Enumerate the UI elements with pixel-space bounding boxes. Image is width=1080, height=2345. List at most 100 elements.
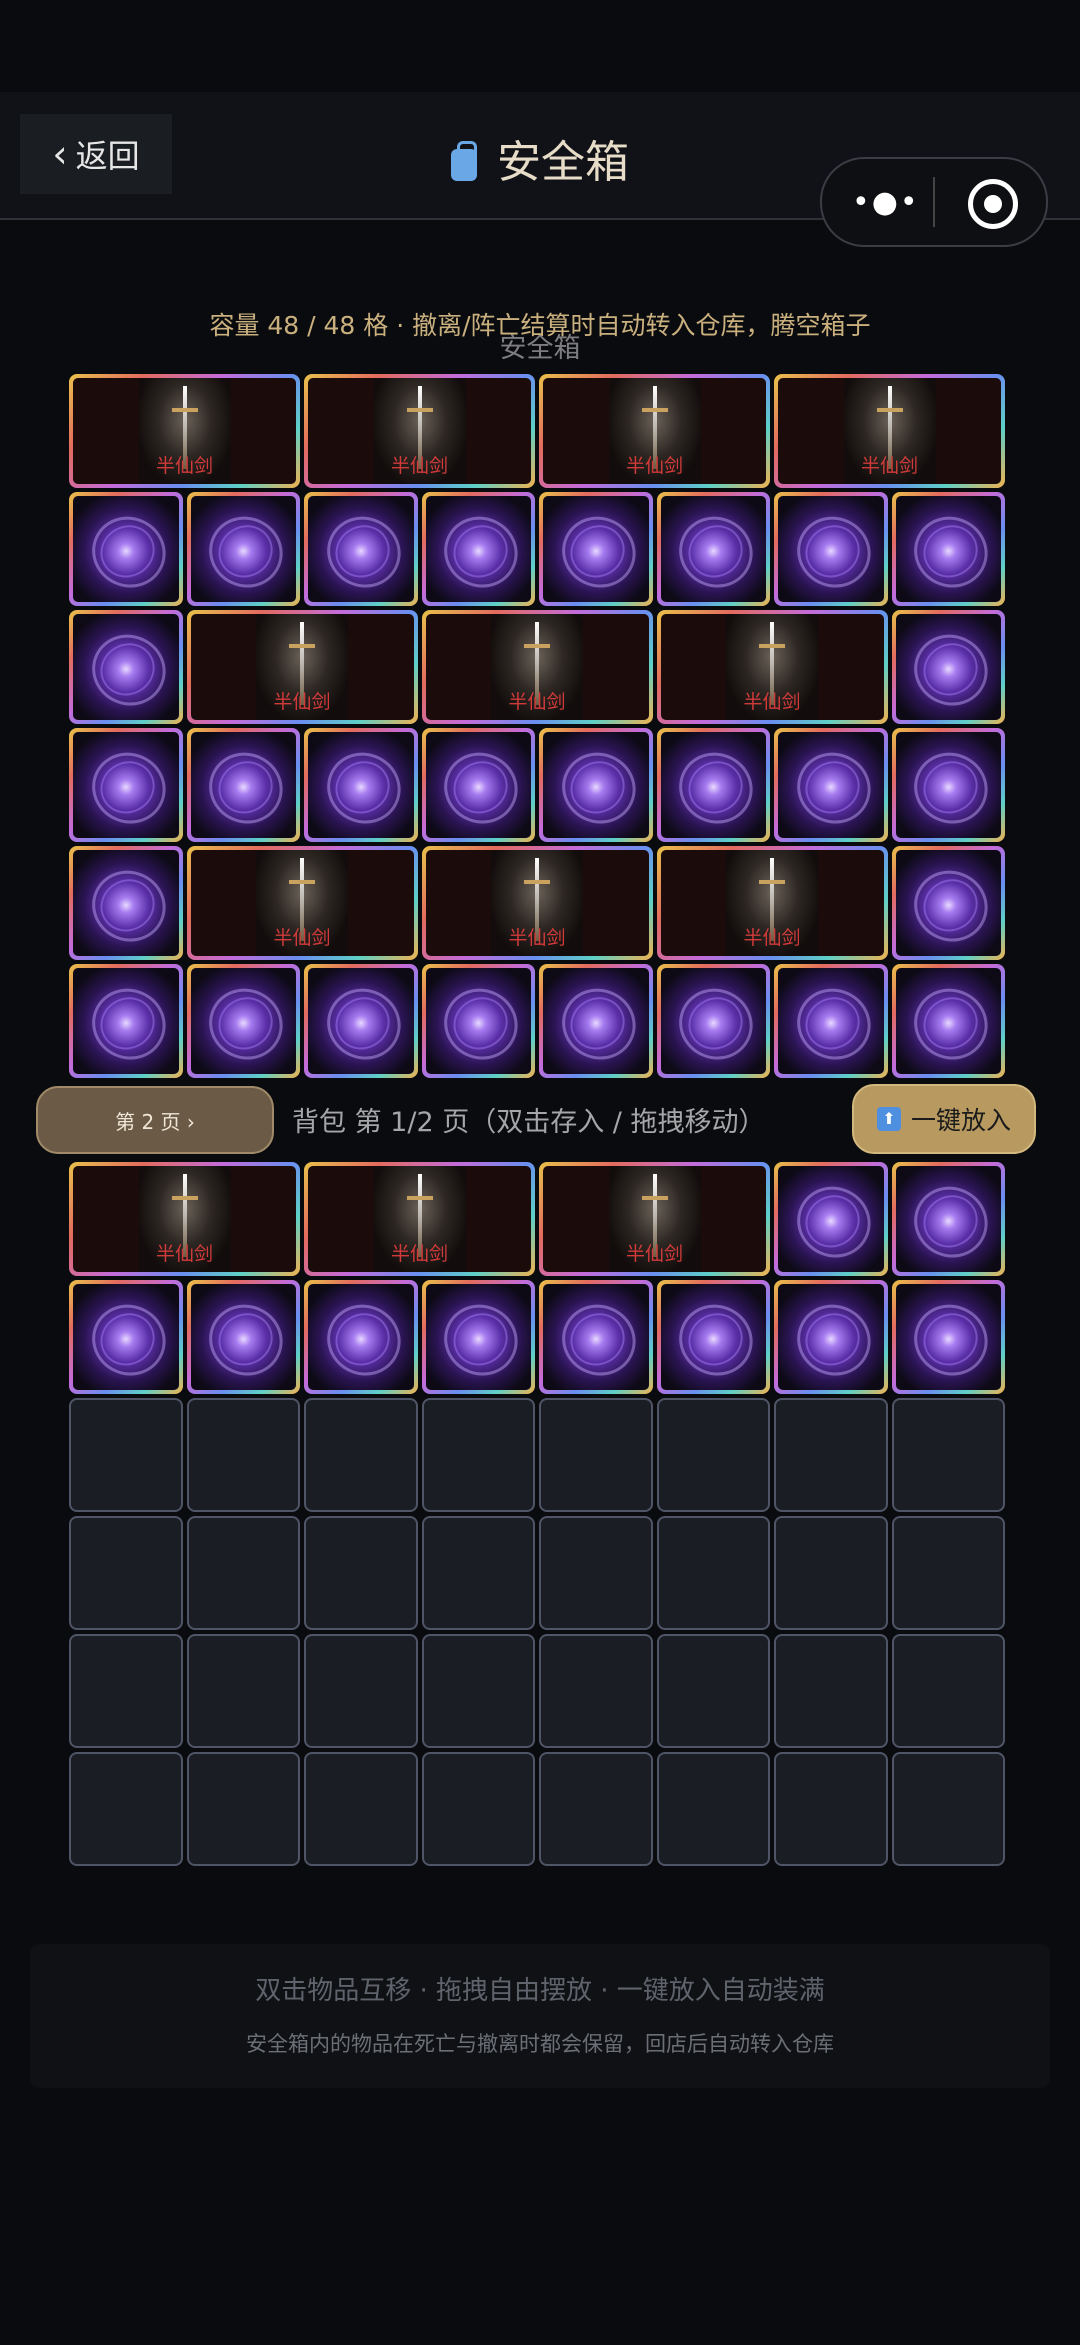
item-name-label: 半仙剑 <box>743 691 801 713</box>
safe-box-item-purple-orb[interactable] <box>539 492 653 606</box>
backpack-item-purple-orb[interactable] <box>421 1280 535 1394</box>
safe-box-item-purple-orb[interactable] <box>69 492 183 606</box>
backpack-empty-slot[interactable] <box>774 1634 888 1748</box>
purple-orb-icon <box>425 732 531 838</box>
safe-box-item-purple-orb[interactable] <box>186 728 300 842</box>
safe-box-item-purple-orb[interactable] <box>421 492 535 606</box>
safe-box-item-purple-orb[interactable] <box>186 492 300 606</box>
backpack-empty-slot[interactable] <box>891 1634 1005 1748</box>
backpack-empty-slot[interactable] <box>891 1752 1005 1866</box>
safe-box-item-purple-orb[interactable] <box>69 610 183 724</box>
backpack-empty-slot[interactable] <box>421 1634 535 1748</box>
backpack-empty-slot[interactable] <box>539 1634 653 1748</box>
safe-box-item-sword[interactable]: 半仙剑 <box>421 610 653 724</box>
safe-box-item-purple-orb[interactable] <box>891 610 1005 724</box>
safe-box-item-purple-orb[interactable] <box>69 846 183 960</box>
sword-art: 半仙剑 <box>190 614 414 720</box>
backpack-item-purple-orb[interactable] <box>774 1162 888 1276</box>
backpack-empty-slot[interactable] <box>774 1398 888 1512</box>
safe-box-item-sword[interactable]: 半仙剑 <box>774 374 1005 488</box>
backpack-empty-slot[interactable] <box>69 1634 183 1748</box>
backpack-empty-slot[interactable] <box>186 1752 300 1866</box>
safe-box-item-purple-orb[interactable] <box>774 964 888 1078</box>
sword-art: 半仙剑 <box>73 1166 296 1272</box>
backpack-empty-slot[interactable] <box>421 1752 535 1866</box>
backpack-empty-slot[interactable] <box>304 1634 418 1748</box>
safe-box-item-purple-orb[interactable] <box>891 492 1005 606</box>
safe-box-item-purple-orb[interactable] <box>891 964 1005 1078</box>
safe-box-item-purple-orb[interactable] <box>69 964 183 1078</box>
safe-box-item-purple-orb[interactable] <box>539 728 653 842</box>
backpack-empty-slot[interactable] <box>656 1516 770 1630</box>
purple-orb-icon <box>895 614 1001 720</box>
safe-box-item-purple-orb[interactable] <box>891 846 1005 960</box>
backpack-empty-slot[interactable] <box>186 1634 300 1748</box>
safe-box-item-purple-orb[interactable] <box>421 964 535 1078</box>
help-line-1: 双击物品互移 · 拖拽自由摆放 · 一键放入自动装满 <box>255 1976 825 2006</box>
safe-box-item-sword[interactable]: 半仙剑 <box>656 610 888 724</box>
backpack-empty-slot[interactable] <box>69 1752 183 1866</box>
backpack-empty-slot[interactable] <box>186 1398 300 1512</box>
backpack-empty-slot[interactable] <box>304 1752 418 1866</box>
backpack-empty-slot[interactable] <box>69 1398 183 1512</box>
safe-box-item-purple-orb[interactable] <box>774 492 888 606</box>
safe-box-item-purple-orb[interactable] <box>891 728 1005 842</box>
more-icon[interactable]: •●• <box>852 185 920 220</box>
backpack-empty-slot[interactable] <box>421 1516 535 1630</box>
backpack-empty-slot[interactable] <box>656 1634 770 1748</box>
backpack-empty-slot[interactable] <box>304 1516 418 1630</box>
backpack-item-sword[interactable]: 半仙剑 <box>304 1162 535 1276</box>
safe-box-item-sword[interactable]: 半仙剑 <box>304 374 535 488</box>
backpack-item-purple-orb[interactable] <box>656 1280 770 1394</box>
safe-box-item-purple-orb[interactable] <box>656 964 770 1078</box>
backpack-empty-slot[interactable] <box>891 1516 1005 1630</box>
backpack-empty-slot[interactable] <box>539 1752 653 1866</box>
backpack-item-purple-orb[interactable] <box>304 1280 418 1394</box>
safe-box-item-sword[interactable]: 半仙剑 <box>69 374 300 488</box>
next-page-button[interactable]: 第 2 页 › <box>36 1086 274 1154</box>
purple-orb-icon <box>190 968 296 1074</box>
backpack-item-purple-orb[interactable] <box>539 1280 653 1394</box>
safe-box-item-purple-orb[interactable] <box>539 964 653 1078</box>
purple-orb-icon <box>778 1166 884 1272</box>
backpack-empty-slot[interactable] <box>421 1398 535 1512</box>
backpack-item-purple-orb[interactable] <box>186 1280 300 1394</box>
close-target-icon[interactable] <box>968 179 1018 229</box>
backpack-item-purple-orb[interactable] <box>774 1280 888 1394</box>
backpack-empty-slot[interactable] <box>774 1516 888 1630</box>
safe-box-item-purple-orb[interactable] <box>656 728 770 842</box>
safe-box-item-purple-orb[interactable] <box>186 964 300 1078</box>
safe-box-item-sword[interactable]: 半仙剑 <box>186 846 418 960</box>
backpack-item-sword[interactable]: 半仙剑 <box>539 1162 770 1276</box>
safe-box-item-purple-orb[interactable] <box>656 492 770 606</box>
backpack-empty-slot[interactable] <box>656 1752 770 1866</box>
safe-box-item-purple-orb[interactable] <box>69 728 183 842</box>
backpack-empty-slot[interactable] <box>539 1398 653 1512</box>
safe-box-item-sword[interactable]: 半仙剑 <box>539 374 770 488</box>
safe-box-item-sword[interactable]: 半仙剑 <box>421 846 653 960</box>
backpack-empty-slot[interactable] <box>539 1516 653 1630</box>
backpack-empty-slot[interactable] <box>891 1398 1005 1512</box>
backpack-item-sword[interactable]: 半仙剑 <box>69 1162 300 1276</box>
purple-orb-icon <box>308 1284 414 1390</box>
backpack-item-purple-orb[interactable] <box>891 1280 1005 1394</box>
safe-box-item-purple-orb[interactable] <box>304 728 418 842</box>
safe-box-item-purple-orb[interactable] <box>421 728 535 842</box>
backpack-empty-slot[interactable] <box>186 1516 300 1630</box>
auto-fill-button[interactable]: ⬆ 一键放入 <box>852 1084 1036 1154</box>
backpack-empty-slot[interactable] <box>69 1516 183 1630</box>
safe-box-item-purple-orb[interactable] <box>304 964 418 1078</box>
safe-box-item-purple-orb[interactable] <box>304 492 418 606</box>
backpack-empty-slot[interactable] <box>304 1398 418 1512</box>
purple-orb-icon <box>660 732 766 838</box>
safe-box-item-purple-orb[interactable] <box>774 728 888 842</box>
backpack-empty-slot[interactable] <box>656 1398 770 1512</box>
backpack-empty-slot[interactable] <box>774 1752 888 1866</box>
backpack-item-purple-orb[interactable] <box>891 1162 1005 1276</box>
purple-orb-icon <box>425 496 531 602</box>
safe-box-item-sword[interactable]: 半仙剑 <box>656 846 888 960</box>
capsule-divider <box>933 177 935 227</box>
backpack-item-purple-orb[interactable] <box>69 1280 183 1394</box>
purple-orb-icon <box>778 732 884 838</box>
safe-box-item-sword[interactable]: 半仙剑 <box>186 610 418 724</box>
